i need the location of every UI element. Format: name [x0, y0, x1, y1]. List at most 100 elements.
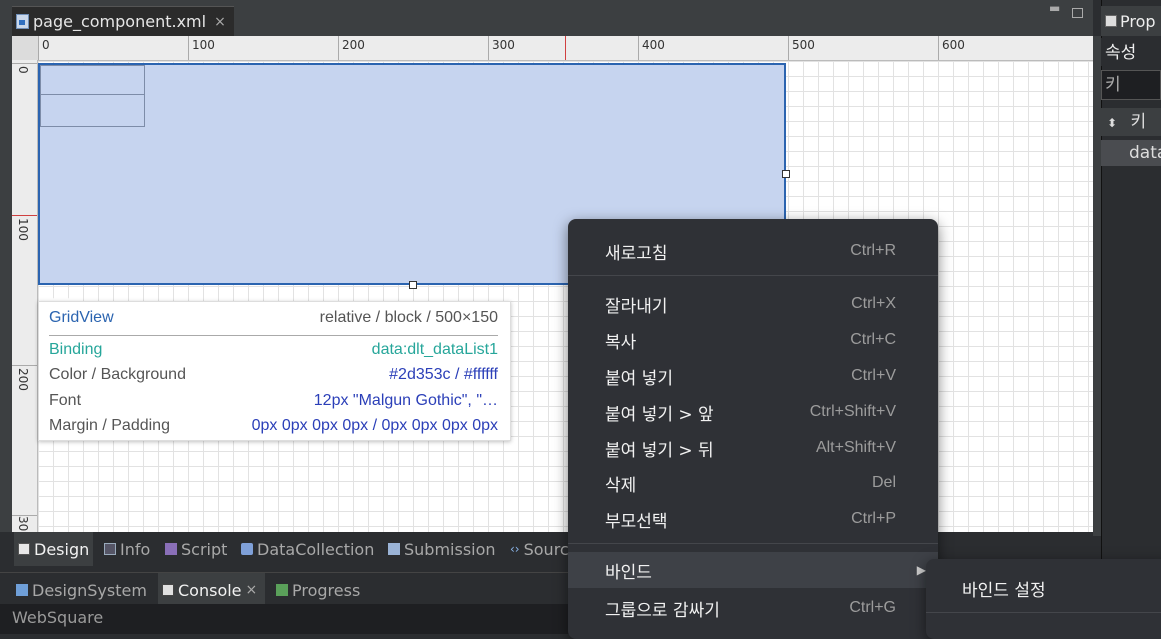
ruler-tick	[338, 36, 339, 60]
xml-file-icon	[16, 14, 29, 29]
cursor-marker	[565, 36, 566, 60]
menu-item-wrap-group[interactable]: 그룹으로 감싸기 Ctrl+G	[568, 590, 938, 626]
tab-info[interactable]: Info	[104, 532, 150, 566]
tab-label: DesignSystem	[32, 580, 147, 600]
menu-label: 복사	[605, 332, 637, 353]
menu-label: 삭제	[605, 475, 637, 496]
file-tab-label: page_component.xml	[33, 12, 207, 31]
tooltip-value: 0px 0px 0px 0px / 0px 0px 0px 0px	[251, 417, 498, 434]
sort-icon[interactable]: ⬍	[1107, 116, 1117, 130]
properties-column-header[interactable]: ⬍ 키	[1101, 108, 1161, 136]
maximize-icon[interactable]	[1072, 8, 1083, 18]
tab-design[interactable]: Design	[14, 532, 94, 566]
ruler-label: 300	[492, 38, 515, 52]
menu-shortcut: Ctrl+P	[851, 510, 896, 527]
tab-submission[interactable]: Submission	[388, 532, 496, 566]
tooltip-value: data:dlt_dataList1	[371, 341, 498, 358]
menu-item-paste[interactable]: 붙여 넣기 Ctrl+V	[568, 358, 938, 394]
tab-script[interactable]: Script	[165, 532, 227, 566]
close-icon[interactable]: ×	[214, 14, 226, 30]
ruler-tick	[638, 36, 639, 60]
designsystem-icon	[16, 584, 28, 596]
properties-title[interactable]: Prop	[1101, 6, 1161, 36]
properties-icon	[1105, 15, 1117, 27]
source-icon: ‹›	[510, 542, 520, 556]
menu-shortcut: Ctrl+Shift+V	[809, 403, 896, 420]
database-icon	[241, 543, 253, 555]
editor-file-tab[interactable]: page_component.xml ×	[12, 6, 234, 36]
grid-header-cell[interactable]	[40, 65, 145, 95]
menu-shortcut: Ctrl+X	[851, 295, 896, 312]
ruler-label: 400	[642, 38, 665, 52]
tooltip-key: Font	[49, 392, 82, 409]
tooltip-key: Margin / Padding	[49, 417, 170, 434]
tooltip-divider	[49, 335, 498, 336]
left-gutter	[0, 36, 12, 536]
menu-label: 붙여 넣기	[605, 368, 673, 389]
menu-item-delete[interactable]: 삭제 Del	[568, 465, 938, 501]
submenu-item-bind-settings[interactable]: 바인드 설정	[962, 576, 1046, 601]
properties-tab[interactable]: 속성	[1101, 38, 1161, 66]
ruler-label: 100	[16, 218, 30, 241]
ruler-tick	[938, 36, 939, 60]
ruler-label: 200	[16, 368, 30, 391]
submission-icon	[388, 543, 400, 555]
menu-shortcut: Del	[871, 474, 896, 491]
menu-item-paste-after[interactable]: 붙여 넣기 > 뒤 Alt+Shift+V	[568, 430, 938, 466]
menu-shortcut: Alt+Shift+V	[815, 439, 896, 456]
vertical-scrollbar[interactable]	[1093, 36, 1101, 536]
ruler-label: 500	[792, 38, 815, 52]
properties-row[interactable]: data	[1101, 140, 1161, 166]
ruler-label: 200	[342, 38, 365, 52]
ruler-label: 100	[192, 38, 215, 52]
context-menu: 새로고침 Ctrl+R 잘라내기 Ctrl+X 복사 Ctrl+C 붙여 넣기 …	[568, 219, 938, 639]
menu-label: 붙여 넣기 > 앞	[605, 404, 714, 425]
resize-handle-bottom[interactable]	[409, 281, 417, 289]
info-icon	[104, 543, 116, 555]
menu-item-paste-before[interactable]: 붙여 넣기 > 앞 Ctrl+Shift+V	[568, 394, 938, 430]
menu-separator	[568, 543, 938, 544]
tab-label: Info	[120, 539, 151, 559]
menu-shortcut: Ctrl+R	[850, 242, 896, 259]
tab-progress[interactable]: Progress	[276, 573, 360, 607]
tab-console[interactable]: Console ×	[158, 573, 266, 607]
script-icon	[165, 543, 177, 555]
menu-separator	[926, 612, 1161, 613]
menu-item-copy[interactable]: 복사 Ctrl+C	[568, 322, 938, 358]
properties-search-input[interactable]: 키	[1101, 70, 1161, 100]
ruler-tick	[788, 36, 789, 60]
submenu-arrow-icon: ▶	[916, 563, 926, 577]
menu-item-refresh[interactable]: 새로고침 Ctrl+R	[568, 233, 938, 269]
menu-label: 잘라내기	[605, 296, 668, 317]
menu-item-bind[interactable]: 바인드 ▶	[568, 552, 938, 588]
ruler-tick	[12, 215, 37, 216]
tab-designsystem[interactable]: DesignSystem	[16, 573, 147, 607]
minimize-icon[interactable]: ▬	[1049, 2, 1060, 14]
grid-body-cell[interactable]	[40, 94, 145, 127]
component-type: GridView	[49, 309, 114, 326]
menu-label: 새로고침	[605, 243, 668, 264]
ruler-label: 600	[942, 38, 965, 52]
menu-item-cut[interactable]: 잘라내기 Ctrl+X	[568, 286, 938, 322]
progress-icon	[276, 584, 288, 596]
menu-label: 붙여 넣기 > 뒤	[605, 440, 714, 461]
properties-title-label: Prop	[1120, 11, 1156, 31]
component-info-tooltip: GridView relative / block / 500×150 Bind…	[38, 301, 511, 441]
ruler-tick	[488, 36, 489, 60]
menu-item-select-parent[interactable]: 부모선택 Ctrl+P	[568, 501, 938, 537]
menu-shortcut: Ctrl+G	[849, 599, 896, 616]
tooltip-row-binding: Binding data:dlt_dataList1	[49, 341, 498, 359]
menu-separator	[568, 275, 938, 276]
tooltip-row-margin: Margin / Padding 0px 0px 0px 0px / 0px 0…	[49, 417, 498, 435]
tab-label: Console	[178, 580, 242, 600]
close-icon[interactable]: ×	[246, 582, 258, 598]
tab-datacollection[interactable]: DataCollection	[241, 532, 374, 566]
ruler-tick	[188, 36, 189, 60]
ruler-tick	[12, 365, 37, 366]
menu-label: 그룹으로 감싸기	[605, 600, 720, 621]
ruler-corner	[12, 36, 38, 60]
resize-handle-right[interactable]	[782, 170, 790, 178]
tab-label: Script	[181, 539, 228, 559]
ruler-label: 0	[42, 38, 50, 52]
tab-label: Progress	[292, 580, 361, 600]
